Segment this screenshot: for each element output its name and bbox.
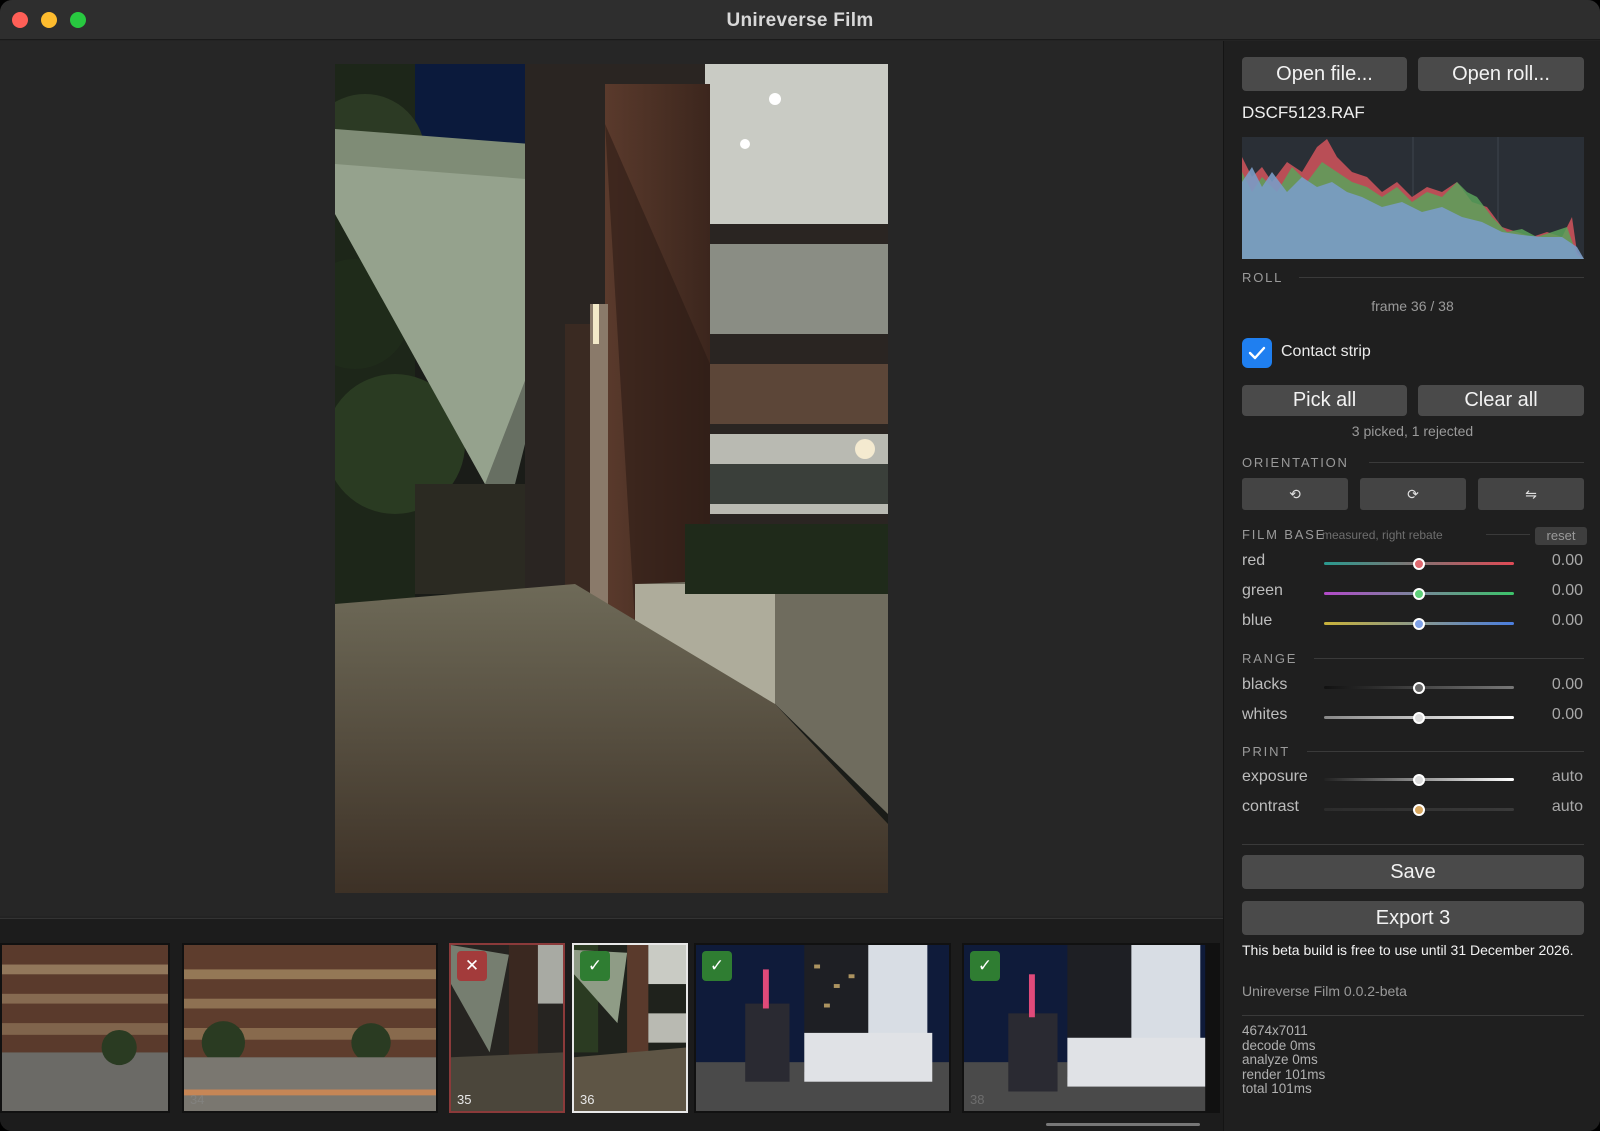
rotate-left-button[interactable]: ⟲ xyxy=(1242,478,1348,510)
beta-notice: This beta build is free to use until 31 … xyxy=(1242,942,1574,958)
filmstrip-frame[interactable]: 34 xyxy=(182,943,438,1113)
divider xyxy=(1242,844,1584,845)
contrast-value: auto xyxy=(1551,798,1583,815)
pick-all-button[interactable]: Pick all xyxy=(1242,385,1407,416)
render-stats: 4674x7011 decode 0ms analyze 0ms render … xyxy=(1242,1023,1326,1097)
red-slider[interactable] xyxy=(1324,557,1514,570)
frame-number: 38 xyxy=(970,1092,985,1107)
divider xyxy=(1486,534,1530,535)
red-value: 0.00 xyxy=(1551,552,1583,569)
roll-section-label: ROLL xyxy=(1242,270,1284,285)
title-bar: Unireverse Film xyxy=(0,0,1600,40)
blacks-slider-thumb[interactable] xyxy=(1413,681,1425,694)
stat-decode: decode 0ms xyxy=(1242,1037,1316,1053)
export-button[interactable]: Export 3 xyxy=(1242,901,1584,935)
blacks-slider[interactable] xyxy=(1324,681,1514,694)
filmstrip: 34 ✕ 35 ✓ 36 ✓ ✓ 38 xyxy=(0,918,1223,1131)
divider xyxy=(1242,1015,1584,1016)
picked-badge-icon[interactable]: ✓ xyxy=(580,951,610,981)
open-roll-button[interactable]: Open roll... xyxy=(1418,57,1584,91)
version-label: Unireverse Film 0.0.2-beta xyxy=(1242,983,1407,999)
frame-counter: frame 36 / 38 xyxy=(1371,298,1454,314)
rejected-badge-icon[interactable]: ✕ xyxy=(457,951,487,981)
whites-value: 0.00 xyxy=(1551,706,1583,723)
orientation-section-label: ORIENTATION xyxy=(1242,455,1349,470)
picked-badge-icon[interactable]: ✓ xyxy=(970,951,1000,981)
histogram xyxy=(1242,137,1584,259)
green-slider[interactable] xyxy=(1324,587,1514,600)
frame-number: 36 xyxy=(580,1092,595,1107)
stat-resolution: 4674x7011 xyxy=(1242,1023,1308,1038)
divider xyxy=(1314,658,1584,659)
image-viewer xyxy=(0,41,1223,916)
blue-slider-thumb[interactable] xyxy=(1413,617,1425,630)
contrast-label: contrast xyxy=(1242,798,1299,815)
red-label: red xyxy=(1242,552,1266,569)
blacks-value: 0.00 xyxy=(1551,676,1583,693)
contrast-slider-thumb[interactable] xyxy=(1413,803,1425,816)
window-title: Unireverse Film xyxy=(726,10,874,31)
contrast-slider[interactable] xyxy=(1324,803,1514,816)
blue-value: 0.00 xyxy=(1551,612,1583,629)
contact-strip-label: Contact strip xyxy=(1281,343,1371,360)
stat-render: render 101ms xyxy=(1242,1066,1326,1082)
save-button[interactable]: Save xyxy=(1242,855,1584,889)
rotate-left-icon: ⟲ xyxy=(1289,486,1301,502)
exposure-slider-thumb[interactable] xyxy=(1413,773,1425,786)
divider xyxy=(1299,277,1584,278)
whites-slider[interactable] xyxy=(1324,711,1514,724)
stat-analyze: analyze 0ms xyxy=(1242,1052,1318,1068)
main-photo[interactable] xyxy=(335,64,888,893)
range-section-label: RANGE xyxy=(1242,651,1298,666)
film-base-note: measured, right rebate xyxy=(1322,528,1443,542)
clear-all-button[interactable]: Clear all xyxy=(1418,385,1584,416)
open-file-button[interactable]: Open file... xyxy=(1242,57,1407,91)
blue-slider[interactable] xyxy=(1324,617,1514,630)
filmstrip-frame-current[interactable]: ✓ 36 xyxy=(572,943,688,1113)
film-base-section-label: FILM BASE xyxy=(1242,527,1327,542)
filmstrip-frame-rejected[interactable]: ✕ 35 xyxy=(449,943,565,1113)
flip-horizontal-icon: ⇋ xyxy=(1525,486,1537,502)
exposure-value: auto xyxy=(1551,768,1583,785)
frame-number: 34 xyxy=(190,1092,205,1107)
green-value: 0.00 xyxy=(1551,582,1583,599)
exposure-label: exposure xyxy=(1242,768,1308,785)
green-label: green xyxy=(1242,582,1283,599)
picked-badge-icon[interactable]: ✓ xyxy=(702,951,732,981)
filmstrip-frame[interactable] xyxy=(0,943,170,1113)
rotate-right-icon: ⟳ xyxy=(1407,486,1419,502)
inspector-sidebar: Open file... Open roll... DSCF5123.RAF R… xyxy=(1223,41,1600,1131)
filmstrip-scrollbar[interactable] xyxy=(1046,1123,1200,1126)
red-slider-thumb[interactable] xyxy=(1413,557,1425,570)
divider xyxy=(1307,751,1584,752)
whites-slider-thumb[interactable] xyxy=(1413,711,1425,724)
blacks-label: blacks xyxy=(1242,676,1288,693)
flip-horizontal-button[interactable]: ⇋ xyxy=(1478,478,1584,510)
stat-total: total 101ms xyxy=(1242,1081,1312,1097)
whites-label: whites xyxy=(1242,706,1288,723)
app-window: Unireverse Film 34 ✕ 35 ✓ 36 ✓ ✓ 38 Open… xyxy=(0,0,1600,1131)
filmstrip-frame[interactable]: ✓ 38 xyxy=(962,943,1220,1113)
divider xyxy=(1369,462,1584,463)
contact-strip-checkbox[interactable] xyxy=(1242,338,1272,368)
picked-summary: 3 picked, 1 rejected xyxy=(1351,423,1474,439)
exposure-slider[interactable] xyxy=(1324,773,1514,786)
film-base-reset-button[interactable]: reset xyxy=(1535,527,1587,545)
green-slider-thumb[interactable] xyxy=(1413,587,1425,600)
filmstrip-frame[interactable]: ✓ xyxy=(694,943,951,1113)
print-section-label: PRINT xyxy=(1242,744,1290,759)
rotate-right-button[interactable]: ⟳ xyxy=(1360,478,1466,510)
blue-label: blue xyxy=(1242,612,1273,629)
checkmark-icon xyxy=(1248,346,1266,360)
current-filename: DSCF5123.RAF xyxy=(1242,103,1365,122)
frame-number: 35 xyxy=(457,1092,472,1107)
